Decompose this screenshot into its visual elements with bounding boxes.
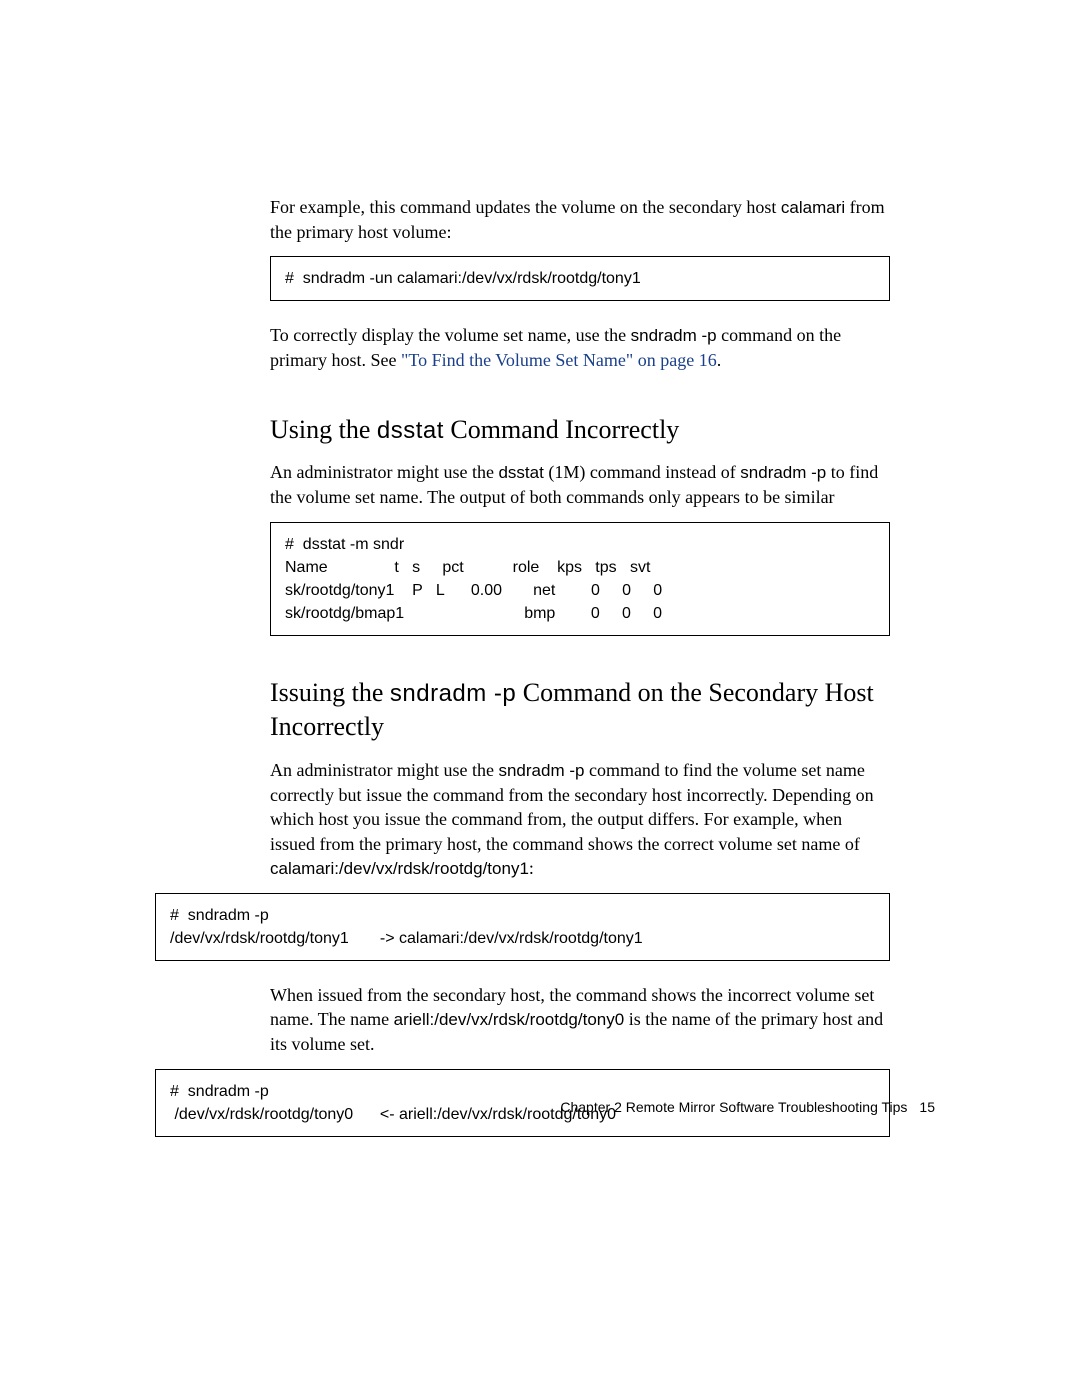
inline-code: calamari (781, 198, 845, 217)
text: An administrator might use the (270, 760, 498, 780)
intro-paragraph: For example, this command updates the vo… (270, 195, 890, 244)
code-line: /dev/vx/rdsk/rootdg/tony1 -> calamari:/d… (170, 927, 875, 950)
inline-code: dsstat (498, 463, 543, 482)
text: To correctly display the volume set name… (270, 325, 631, 345)
code-line: Name t s pct role kps tps svt (285, 556, 875, 579)
code-block-sndradm-un: # sndradm -un calamari:/dev/vx/rdsk/root… (270, 256, 890, 301)
text: : (529, 858, 534, 878)
code-line: sk/rootdg/bmap1 bmp 0 0 0 (285, 602, 875, 625)
inline-code: sndradm -p (390, 680, 516, 707)
text: . (717, 350, 722, 370)
code-line: # sndradm -un calamari:/dev/vx/rdsk/root… (285, 270, 641, 287)
link-find-volume-set[interactable]: "To Find the Volume Set Name" on page 16 (401, 350, 717, 370)
paragraph-dsstat: An administrator might use the dsstat (1… (270, 460, 890, 509)
code-line: # dsstat -m sndr (285, 533, 875, 556)
footer-chapter: Chapter 2 Remote Mirror Software Trouble… (560, 1099, 907, 1115)
inline-code: sndradm -p (740, 463, 826, 482)
code-line: sk/rootdg/tony1 P L 0.00 net 0 0 0 (285, 579, 875, 602)
code-line: # sndradm -p (170, 904, 875, 927)
page-footer: Chapter 2 Remote Mirror Software Trouble… (560, 1099, 935, 1115)
text: An administrator might use the (270, 462, 498, 482)
text: When issued from the secondary host, the… (270, 985, 727, 1005)
heading-dsstat-incorrectly: Using the dsstat Command Incorrectly (270, 413, 890, 447)
inline-code: ariell:/dev/vx/rdsk/rootdg/tony0 (394, 1010, 625, 1029)
text: Using the (270, 415, 377, 444)
paragraph-display-volume: To correctly display the volume set name… (270, 323, 890, 372)
text: Command Incorrectly (444, 415, 679, 444)
emphasis-incorrect: incorrect (727, 985, 791, 1005)
text: (1M) command instead of (544, 462, 740, 482)
text: Issuing the (270, 678, 390, 707)
paragraph-sndradm-secondary: An administrator might use the sndradm -… (270, 758, 890, 881)
footer-page-number: 15 (919, 1099, 935, 1115)
heading-sndradm-secondary: Issuing the sndradm -p Command on the Se… (270, 676, 890, 744)
inline-code: sndradm -p (631, 326, 717, 345)
code-block-dsstat: # dsstat -m sndrName t s pct role kps tp… (270, 522, 890, 637)
inline-code: calamari:/dev/vx/rdsk/rootdg/tony1 (270, 859, 529, 878)
text: For example, this command updates the vo… (270, 197, 781, 217)
inline-code: dsstat (377, 417, 444, 444)
code-block-sndradm-primary: # sndradm -p/dev/vx/rdsk/rootdg/tony1 ->… (155, 893, 890, 961)
inline-code: sndradm -p (498, 761, 584, 780)
paragraph-incorrect-name: When issued from the secondary host, the… (270, 983, 890, 1057)
